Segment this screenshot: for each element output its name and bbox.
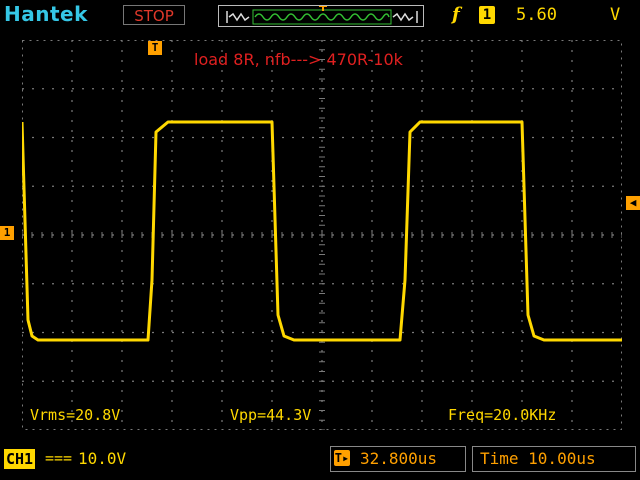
brand-logo: Hantek bbox=[4, 2, 88, 26]
memory-depth-indicator bbox=[218, 5, 424, 27]
waveform-display[interactable] bbox=[22, 40, 622, 430]
graticule bbox=[22, 40, 622, 430]
coupling-dc-icon: === bbox=[45, 449, 73, 467]
user-annotation: load 8R, nfb---> 470R-10k bbox=[194, 50, 403, 69]
measurement-vrms: Vrms=20.8V bbox=[30, 406, 121, 424]
horizontal-position-value: 32.800us bbox=[360, 449, 438, 468]
trigger-level-arrow-icon: ◀ bbox=[629, 196, 637, 209]
trigger-level-marker[interactable]: ◀ bbox=[626, 196, 640, 210]
trigger-edge-icon: f bbox=[452, 4, 460, 25]
channel-label[interactable]: CH1 bbox=[4, 449, 36, 469]
trigger-source-badge: 1 bbox=[479, 6, 495, 24]
trigger-time-marker[interactable]: T bbox=[148, 41, 162, 55]
memory-overview-icon bbox=[226, 6, 418, 25]
trigger-unit: V bbox=[610, 5, 621, 25]
measurement-freq: Freq=20.0KHz bbox=[448, 406, 557, 424]
timebase-value: Time 10.00us bbox=[480, 449, 596, 468]
channel-offset-marker[interactable]: 1 bbox=[0, 226, 14, 240]
trigger-level: 5.60 bbox=[516, 5, 557, 25]
measurement-vpp: Vpp=44.3V bbox=[230, 406, 312, 424]
volts-per-div[interactable]: 10.0V bbox=[78, 449, 126, 468]
trigger-position-icon: T▸ bbox=[334, 450, 350, 466]
run-stop-indicator[interactable]: STOP bbox=[123, 5, 185, 25]
